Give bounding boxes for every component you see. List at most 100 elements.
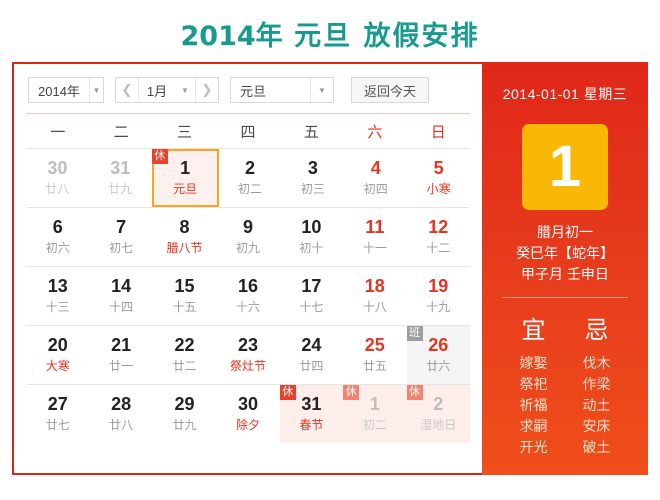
day-number: 2	[245, 158, 256, 178]
yi-ji-headings: 宜 忌	[482, 310, 648, 345]
rest-badge: 休	[343, 385, 360, 400]
day-cell[interactable]: 休 31 春节	[279, 385, 344, 443]
day-cell[interactable]: 班 26 廿六	[406, 326, 470, 384]
day-cell[interactable]: 20 大寒	[26, 326, 89, 384]
day-cell[interactable]: 17 十七	[280, 267, 343, 325]
day-lunar-label: 十七	[299, 300, 324, 314]
day-cell[interactable]: 2 初二	[219, 149, 282, 207]
detail-divider	[502, 297, 628, 298]
year-select[interactable]: 2014年 ▼	[28, 77, 104, 103]
day-number: 28	[111, 394, 132, 414]
day-cell[interactable]: 13 十三	[26, 267, 89, 325]
weekday-0: 一	[50, 124, 66, 141]
year-select-value: 2014年	[38, 83, 80, 99]
day-lunar-label: 十四	[109, 300, 134, 314]
day-cell[interactable]: 14 十四	[89, 267, 152, 325]
day-lunar-label: 元旦	[173, 182, 198, 196]
week-row: 20 大寒 21 廿一 22 廿二 23 祭灶节 24 廿四 25 廿五 班 26 廿六	[26, 326, 470, 385]
holiday-select[interactable]: 元旦 ▼	[230, 77, 334, 103]
weekday-2: 三	[177, 124, 193, 141]
day-number: 22	[174, 335, 195, 355]
day-cell[interactable]: 30 除夕	[216, 385, 279, 443]
day-number: 23	[237, 335, 258, 355]
day-cell[interactable]: 30 廿八	[26, 149, 89, 207]
day-cell[interactable]: 24 廿四	[280, 326, 343, 384]
day-grid: 30 廿八 31 廿九 休 1 元旦 2 初二 3 初三 4 初四 5 小寒 6 初六 7 初七 8 腊八节 9 初九 10 初…	[26, 149, 470, 443]
day-cell[interactable]: 3 初三	[281, 149, 344, 207]
day-lunar-label: 初二	[238, 182, 263, 196]
day-cell[interactable]: 休 1 元旦	[151, 149, 219, 207]
day-number: 30	[237, 394, 258, 414]
ji-list: 伐木 作梁 动土 安床 破土	[565, 353, 628, 458]
day-number: 21	[111, 335, 132, 355]
day-number: 10	[301, 217, 322, 237]
week-row: 27 廿七 28 廿八 29 廿九 30 除夕 休 31 春节休 1 初二休 2 湿地日	[26, 385, 470, 443]
day-cell[interactable]: 18 十八	[343, 267, 406, 325]
month-select-group[interactable]: ❮ 1月 ▼ ❯	[115, 77, 219, 103]
ji-item: 作梁	[582, 376, 611, 392]
day-lunar-label: 廿七	[45, 418, 70, 432]
page-title-festival: 元旦	[294, 21, 353, 52]
week-row: 6 初六 7 初七 8 腊八节 9 初九 10 初十 11 十一 12 十二	[26, 208, 470, 267]
calendar-widget: 2014年 ▼ ❮ 1月 ▼ ❯ 元旦 ▼ 返回今天 一二三四五六日 30 廿八 3…	[12, 62, 648, 475]
day-number: 4	[370, 158, 381, 178]
day-number: 8	[179, 217, 190, 237]
day-cell[interactable]: 9 初九	[216, 208, 279, 266]
day-lunar-label: 湿地日	[420, 418, 457, 432]
day-lunar-label: 十二	[426, 241, 451, 255]
day-cell[interactable]: 21 廿一	[89, 326, 152, 384]
day-cell[interactable]: 27 廿七	[26, 385, 89, 443]
day-lunar-label: 十一	[362, 241, 387, 255]
chevron-down-icon: ▼	[181, 85, 189, 95]
day-lunar-label: 腊八节	[166, 241, 203, 255]
day-number: 12	[428, 217, 449, 237]
day-cell[interactable]: 25 廿五	[343, 326, 406, 384]
yi-item: 开光	[519, 439, 548, 455]
day-cell[interactable]: 11 十一	[343, 208, 406, 266]
day-cell[interactable]: 31 廿九	[89, 149, 152, 207]
day-cell[interactable]: 10 初十	[280, 208, 343, 266]
detail-lunar-day: 腊月初一	[537, 224, 593, 240]
day-lunar-label: 廿四	[299, 359, 324, 373]
day-cell[interactable]: 16 十六	[216, 267, 279, 325]
day-cell[interactable]: 7 初七	[89, 208, 152, 266]
weekday-4: 五	[303, 124, 319, 141]
back-to-today-button[interactable]: 返回今天	[351, 77, 430, 103]
day-number: 6	[52, 217, 63, 237]
day-lunar-label: 廿九	[172, 418, 197, 432]
weekday-5: 六	[367, 124, 383, 141]
day-lunar-label: 十八	[362, 300, 387, 314]
weekday-6: 日	[430, 124, 446, 141]
detail-lunar-block: 腊月初一 癸巳年【蛇年】 甲子月 壬申日	[482, 222, 648, 285]
day-lunar-label: 春节	[299, 418, 324, 432]
day-cell[interactable]: 8 腊八节	[153, 208, 216, 266]
weekday-header: 一二三四五六日	[26, 113, 470, 149]
day-cell[interactable]: 6 初六	[26, 208, 89, 266]
day-cell[interactable]: 29 廿九	[153, 385, 216, 443]
rest-badge: 休	[406, 385, 423, 400]
chevron-left-icon[interactable]: ❮	[116, 78, 139, 102]
day-number: 20	[47, 335, 68, 355]
day-lunar-label: 初七	[109, 241, 134, 255]
day-cell[interactable]: 4 初四	[344, 149, 407, 207]
work-badge: 班	[406, 326, 423, 341]
day-cell[interactable]: 23 祭灶节	[216, 326, 279, 384]
chevron-down-icon: ▼	[88, 78, 103, 102]
day-cell[interactable]: 12 十二	[407, 208, 470, 266]
day-cell[interactable]: 5 小寒	[407, 149, 470, 207]
chevron-right-icon[interactable]: ❯	[195, 78, 218, 102]
day-cell[interactable]: 28 廿八	[89, 385, 152, 443]
day-number: 31	[110, 158, 131, 178]
detail-date-line: 2014-01-01 星期三	[502, 86, 628, 102]
rest-badge: 休	[151, 149, 168, 164]
day-cell[interactable]: 19 十九	[407, 267, 470, 325]
day-lunar-label: 十三	[45, 300, 70, 314]
day-number: 3	[307, 158, 318, 178]
ji-item: 动土	[582, 397, 611, 413]
day-cell[interactable]: 休 1 初二	[343, 385, 407, 443]
day-cell[interactable]: 休 2 湿地日	[406, 385, 470, 443]
day-number: 13	[47, 276, 68, 296]
day-cell[interactable]: 22 廿二	[153, 326, 216, 384]
day-lunar-label: 初三	[300, 182, 325, 196]
day-cell[interactable]: 15 十五	[153, 267, 216, 325]
